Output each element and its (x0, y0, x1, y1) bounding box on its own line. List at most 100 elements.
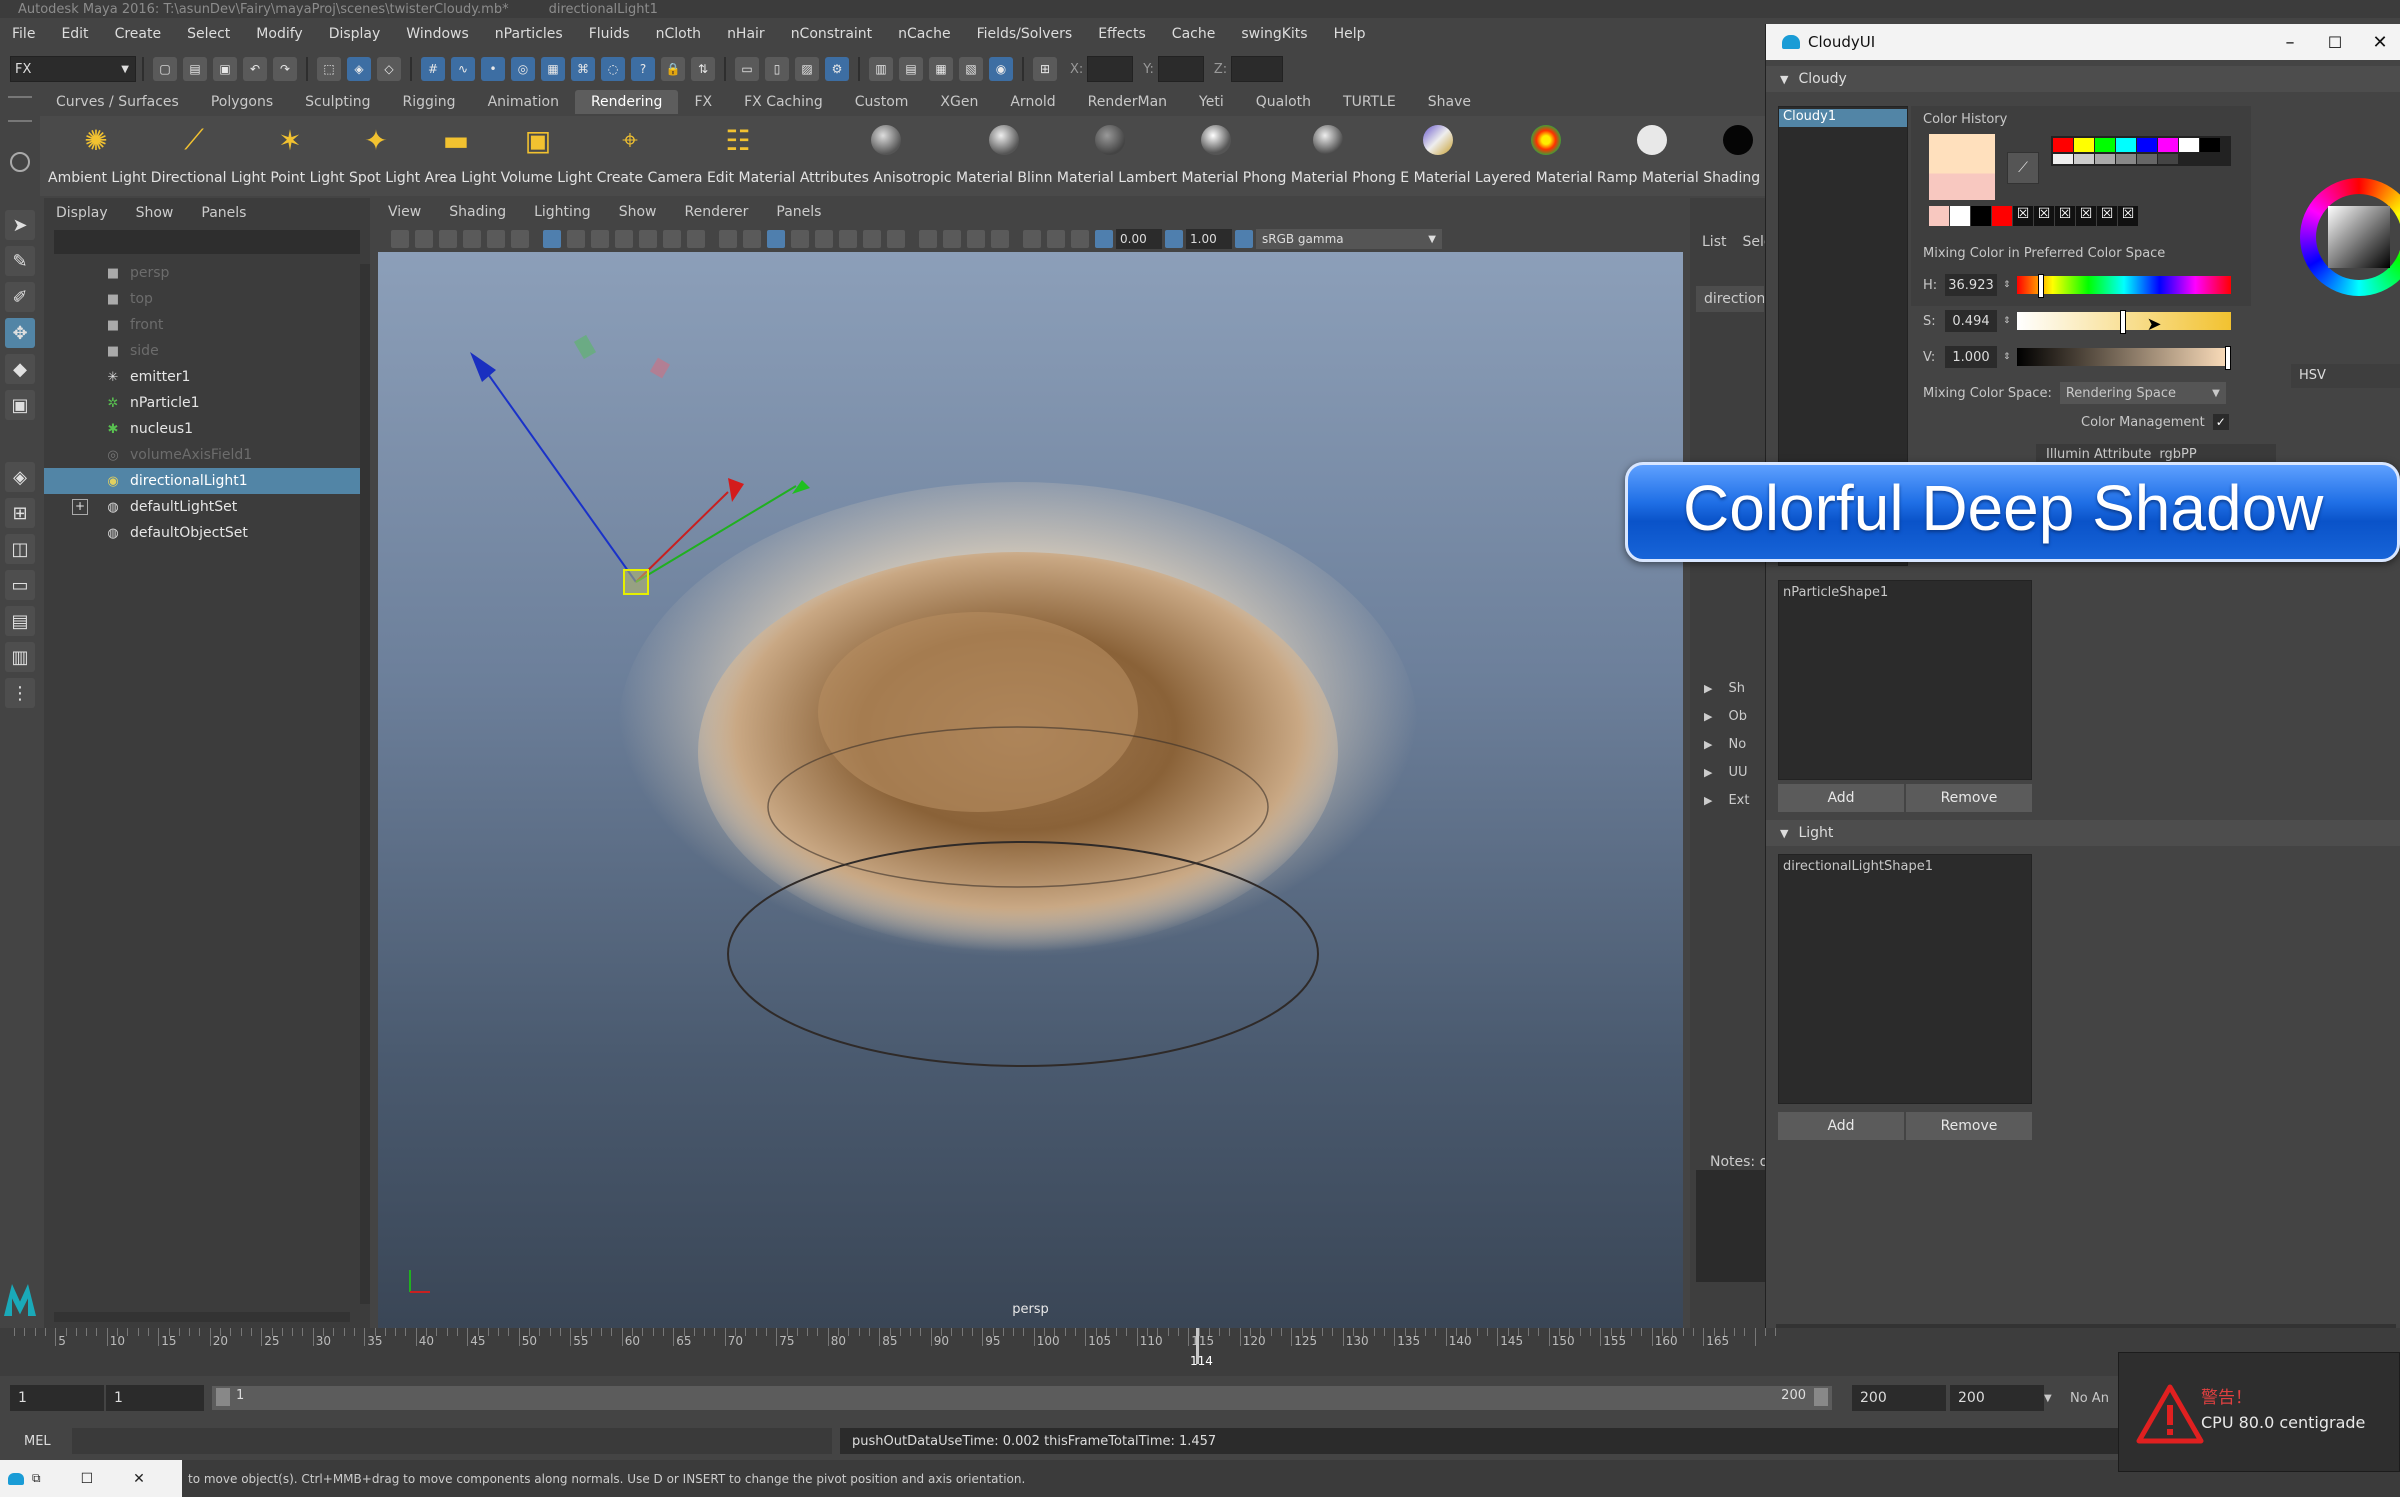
render-setup-icon[interactable]: ▤ (899, 57, 923, 81)
menu-nhair[interactable]: nHair (715, 26, 779, 42)
shelf-settings-icon[interactable] (10, 152, 30, 172)
viewport-menu-shading[interactable]: Shading (449, 204, 506, 220)
close-icon[interactable]: ✕ (133, 1471, 145, 1487)
outliner-item[interactable]: + ◍ defaultLightSet (44, 494, 370, 520)
persp-viewport[interactable]: persp (378, 252, 1683, 1328)
shelf-tab-curves-surfaces[interactable]: Curves / Surfaces (40, 90, 195, 114)
hypershade-icon[interactable]: ▥ (869, 57, 893, 81)
menu-help[interactable]: Help (1322, 26, 1380, 42)
frame-all-icon[interactable] (1047, 230, 1065, 248)
expand-icon[interactable]: + (72, 499, 88, 515)
wireframe-on-shaded-icon[interactable] (767, 230, 785, 248)
swatch-green[interactable] (2095, 138, 2115, 152)
2d-pan-icon[interactable] (487, 230, 505, 248)
bookmark-icon[interactable] (439, 230, 457, 248)
current-color-swatch[interactable] (1929, 134, 1995, 200)
empty-swatch-icon[interactable]: ☒ (2097, 206, 2117, 226)
more-layouts-icon[interactable]: ⋮ (5, 678, 35, 708)
shelf-tab-yeti[interactable]: Yeti (1183, 90, 1240, 114)
particle-list-item[interactable]: nParticleShape1 (1779, 581, 2031, 604)
outliner-menu-panels[interactable]: Panels (201, 205, 246, 221)
cpu-warning-toast[interactable]: 警告！ CPU 80.0 centigrade (2118, 1352, 2400, 1472)
outliner-item[interactable]: ■ top (44, 286, 370, 312)
menu-windows[interactable]: Windows (394, 26, 483, 42)
field-chart-icon[interactable] (639, 230, 657, 248)
uv-editor-icon[interactable]: ▧ (959, 57, 983, 81)
mixing-space-dropdown[interactable]: Rendering Space ▼ (2059, 382, 2226, 404)
sv-square[interactable] (2328, 206, 2390, 268)
gate-mask-icon[interactable] (615, 230, 633, 248)
empty-swatch-icon[interactable]: ☒ (2118, 206, 2138, 226)
outliner-menu-show[interactable]: Show (136, 205, 174, 221)
menu-edit[interactable]: Edit (49, 26, 102, 42)
color-mode-label[interactable]: HSV (2291, 364, 2400, 388)
maximize-icon[interactable]: ☐ (81, 1471, 94, 1487)
light-list-item[interactable]: directionalLightShape1 (1779, 855, 2031, 878)
wireframe-icon[interactable] (719, 230, 737, 248)
snap-grid-icon[interactable]: # (421, 57, 445, 81)
empty-swatch-icon[interactable]: ☒ (2076, 206, 2096, 226)
menu-display[interactable]: Display (317, 26, 395, 42)
menu-effects[interactable]: Effects (1086, 26, 1160, 42)
anim-layer-label[interactable]: No An (2070, 1391, 2109, 1406)
viewport-menu-show[interactable]: Show (619, 204, 657, 220)
rotate-handle-green[interactable] (573, 334, 597, 360)
shelf-tab-shave[interactable]: Shave (1412, 90, 1487, 114)
menuset-dropdown[interactable]: FX ▼ (10, 56, 136, 82)
outliner-item[interactable]: ■ front (44, 312, 370, 338)
color-wheel[interactable] (2288, 156, 2400, 306)
exposure-icon[interactable] (1095, 230, 1113, 248)
swatch-yellow[interactable] (2074, 138, 2094, 152)
save-scene-icon[interactable]: ▣ (213, 57, 237, 81)
shelf-tab-fx[interactable]: FX (678, 90, 728, 114)
film-gate-icon[interactable] (567, 230, 585, 248)
move-tool-icon[interactable]: ✥ (5, 318, 35, 348)
motion-blur-icon[interactable] (887, 230, 905, 248)
safe-title-icon[interactable] (687, 230, 705, 248)
range-slider[interactable]: 1 200 (212, 1386, 1832, 1410)
swatch-gray1[interactable] (2053, 154, 2073, 164)
lights-icon[interactable] (815, 230, 833, 248)
swatch-black[interactable] (2200, 138, 2220, 152)
outliner-scrollbar[interactable] (360, 264, 370, 1304)
menu-nparticles[interactable]: nParticles (483, 26, 577, 42)
safe-action-icon[interactable] (663, 230, 681, 248)
textured-icon[interactable] (791, 230, 809, 248)
x-field[interactable] (1087, 56, 1134, 82)
redo-icon[interactable]: ↷ (273, 57, 297, 81)
end-time-field[interactable]: 200 (1950, 1385, 2044, 1411)
shelf-tab-rendering[interactable]: Rendering (574, 90, 679, 114)
start-time-field[interactable]: 1 (10, 1385, 104, 1411)
backface-icon[interactable] (991, 230, 1009, 248)
view-transform-dropdown[interactable]: sRGB gamma ▼ (1256, 229, 1442, 249)
outliner-hscrollbar[interactable] (54, 1312, 350, 1322)
shelf-tab-qualoth[interactable]: Qualoth (1240, 90, 1327, 114)
swatch-gray2[interactable] (2074, 154, 2094, 164)
empty-swatch-icon[interactable]: ☒ (2055, 206, 2075, 226)
particle-remove-button[interactable]: Remove (1906, 784, 2032, 812)
viewport-menu-renderer[interactable]: Renderer (684, 204, 748, 220)
range-end-handle[interactable] (1814, 1388, 1828, 1406)
menu-modify[interactable]: Modify (244, 26, 316, 42)
move-x-arrow[interactable] (728, 478, 744, 502)
light-direction-arrow[interactable] (470, 352, 496, 382)
isolate-select-icon[interactable] (919, 230, 937, 248)
history-swatch-4[interactable] (1992, 206, 2012, 226)
empty-swatch-icon[interactable]: ☒ (2013, 206, 2033, 226)
snap-surface-icon[interactable]: ▦ (541, 57, 565, 81)
ae-section[interactable]: ▶ Ext (1690, 786, 1770, 814)
hue-slider[interactable] (2016, 274, 2231, 298)
paint-tool-icon[interactable]: ✐ (5, 282, 35, 312)
four-layout-icon[interactable]: ⊞ (5, 498, 35, 528)
snap-view-icon[interactable]: ◎ (511, 57, 535, 81)
playback-start-field[interactable]: 1 (106, 1385, 204, 1411)
snap-curve-icon[interactable]: ∿ (451, 57, 475, 81)
new-scene-icon[interactable]: ▢ (153, 57, 177, 81)
hue-slider-thumb[interactable] (2038, 274, 2045, 298)
gamma-field[interactable]: 1.00 (1186, 229, 1232, 249)
history-swatch-1[interactable] (1929, 206, 1949, 226)
outliner-item[interactable]: ◉ directionalLight1 (44, 468, 370, 494)
restore-down-icon[interactable]: ⧉ (32, 1471, 41, 1486)
history-icon[interactable]: ◌ (601, 57, 625, 81)
light-editor-icon[interactable]: ▦ (929, 57, 953, 81)
